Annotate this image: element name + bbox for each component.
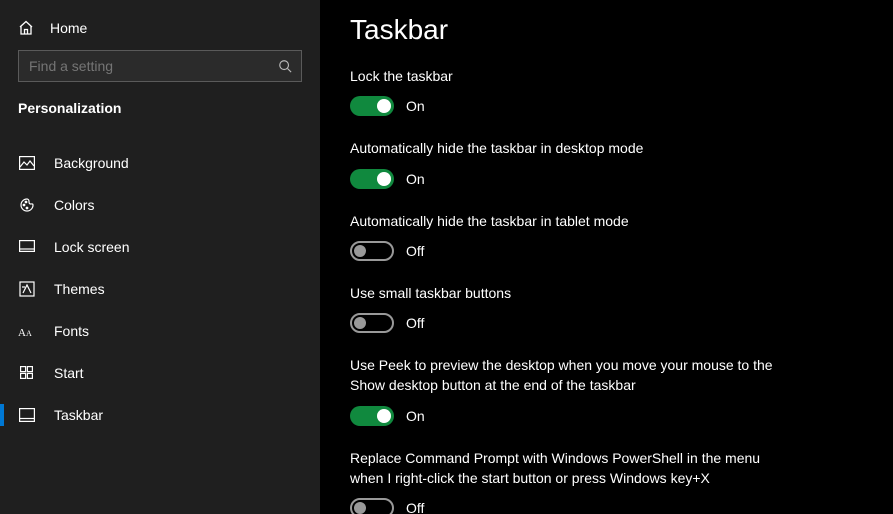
setting-label: Use small taskbar buttons — [350, 283, 790, 303]
category-label: Personalization — [0, 100, 320, 128]
sidebar-item-label: Start — [54, 365, 84, 381]
sidebar-item-label: Background — [54, 155, 129, 171]
toggle-state: Off — [406, 315, 424, 331]
toggle-state: On — [406, 408, 425, 424]
sidebar-item-start[interactable]: Start — [0, 352, 320, 394]
svg-text:A: A — [18, 327, 26, 338]
setting-powershell: Replace Command Prompt with Windows Powe… — [350, 448, 863, 514]
setting-small-buttons: Use small taskbar buttons Off — [350, 283, 863, 333]
setting-label: Automatically hide the taskbar in tablet… — [350, 211, 790, 231]
main-content: Taskbar Lock the taskbar On Automaticall… — [320, 0, 893, 514]
sidebar-item-lock-screen[interactable]: Lock screen — [0, 226, 320, 268]
setting-lock-taskbar: Lock the taskbar On — [350, 66, 863, 116]
setting-auto-hide-desktop: Automatically hide the taskbar in deskto… — [350, 138, 863, 188]
toggle-state: On — [406, 98, 425, 114]
sidebar-item-label: Themes — [54, 281, 105, 297]
sidebar-item-label: Fonts — [54, 323, 89, 339]
svg-text:A: A — [26, 329, 32, 338]
setting-label: Lock the taskbar — [350, 66, 790, 86]
search-container — [18, 50, 302, 82]
setting-peek: Use Peek to preview the desktop when you… — [350, 355, 863, 426]
sidebar-item-taskbar[interactable]: Taskbar — [0, 394, 320, 436]
lock-screen-icon — [18, 240, 36, 254]
sidebar-item-background[interactable]: Background — [0, 142, 320, 184]
toggle-state: Off — [406, 243, 424, 259]
toggle-lock-taskbar[interactable] — [350, 96, 394, 116]
sidebar-item-fonts[interactable]: A A Fonts — [0, 310, 320, 352]
sidebar-item-label: Lock screen — [54, 239, 129, 255]
toggle-auto-hide-desktop[interactable] — [350, 169, 394, 189]
sidebar-item-label: Taskbar — [54, 407, 103, 423]
home-button[interactable]: Home — [0, 10, 320, 50]
home-icon — [18, 20, 34, 36]
fonts-icon: A A — [18, 324, 36, 338]
sidebar-item-label: Colors — [54, 197, 94, 213]
setting-auto-hide-tablet: Automatically hide the taskbar in tablet… — [350, 211, 863, 261]
home-label: Home — [50, 20, 87, 36]
nav-list: Background Colors Lock screen — [0, 142, 320, 436]
sidebar-item-colors[interactable]: Colors — [0, 184, 320, 226]
toggle-state: Off — [406, 500, 424, 514]
page-title: Taskbar — [350, 14, 863, 46]
sidebar: Home Personalization Background — [0, 0, 320, 514]
toggle-state: On — [406, 171, 425, 187]
toggle-peek[interactable] — [350, 406, 394, 426]
toggle-small-buttons[interactable] — [350, 313, 394, 333]
setting-label: Automatically hide the taskbar in deskto… — [350, 138, 790, 158]
themes-icon — [18, 281, 36, 297]
colors-icon — [18, 197, 36, 213]
setting-label: Use Peek to preview the desktop when you… — [350, 355, 790, 396]
setting-label: Replace Command Prompt with Windows Powe… — [350, 448, 790, 489]
background-icon — [18, 156, 36, 170]
search-input[interactable] — [18, 50, 302, 82]
taskbar-icon — [18, 408, 36, 422]
sidebar-item-themes[interactable]: Themes — [0, 268, 320, 310]
toggle-powershell[interactable] — [350, 498, 394, 514]
search-icon — [278, 59, 292, 73]
toggle-auto-hide-tablet[interactable] — [350, 241, 394, 261]
start-icon — [18, 366, 36, 380]
